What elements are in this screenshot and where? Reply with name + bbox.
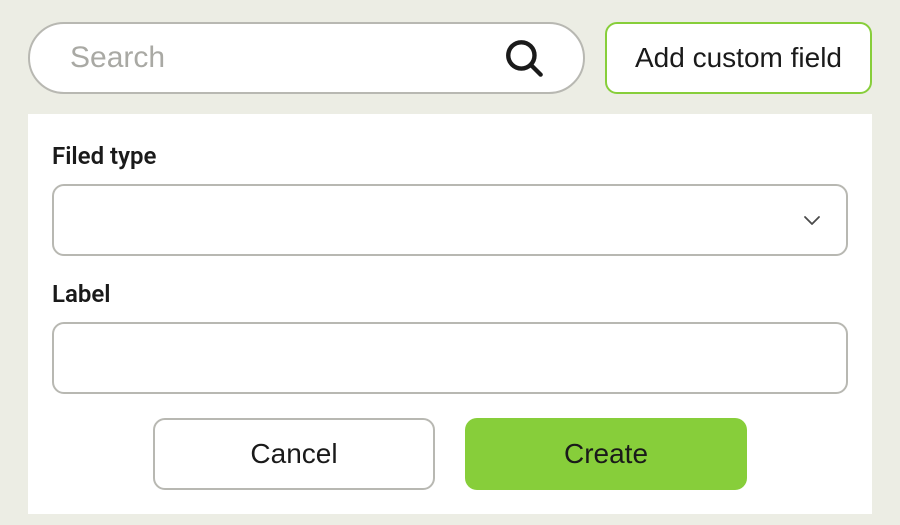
label-input[interactable] (52, 322, 848, 394)
top-row: Add custom field (28, 22, 872, 94)
add-custom-field-button[interactable]: Add custom field (605, 22, 872, 94)
custom-field-panel: Filed type Label Cancel Create (28, 114, 872, 514)
field-type-select[interactable] (52, 184, 848, 256)
label-group: Label (52, 280, 848, 394)
create-button[interactable]: Create (465, 418, 747, 490)
action-row: Cancel Create (52, 418, 848, 490)
label-field-label: Label (52, 280, 848, 308)
field-type-label: Filed type (52, 142, 848, 170)
search-container (28, 22, 585, 94)
field-type-group: Filed type (52, 142, 848, 256)
field-type-select-wrap (52, 184, 848, 256)
cancel-button[interactable]: Cancel (153, 418, 435, 490)
search-icon (503, 37, 545, 79)
search-input[interactable] (70, 41, 503, 75)
